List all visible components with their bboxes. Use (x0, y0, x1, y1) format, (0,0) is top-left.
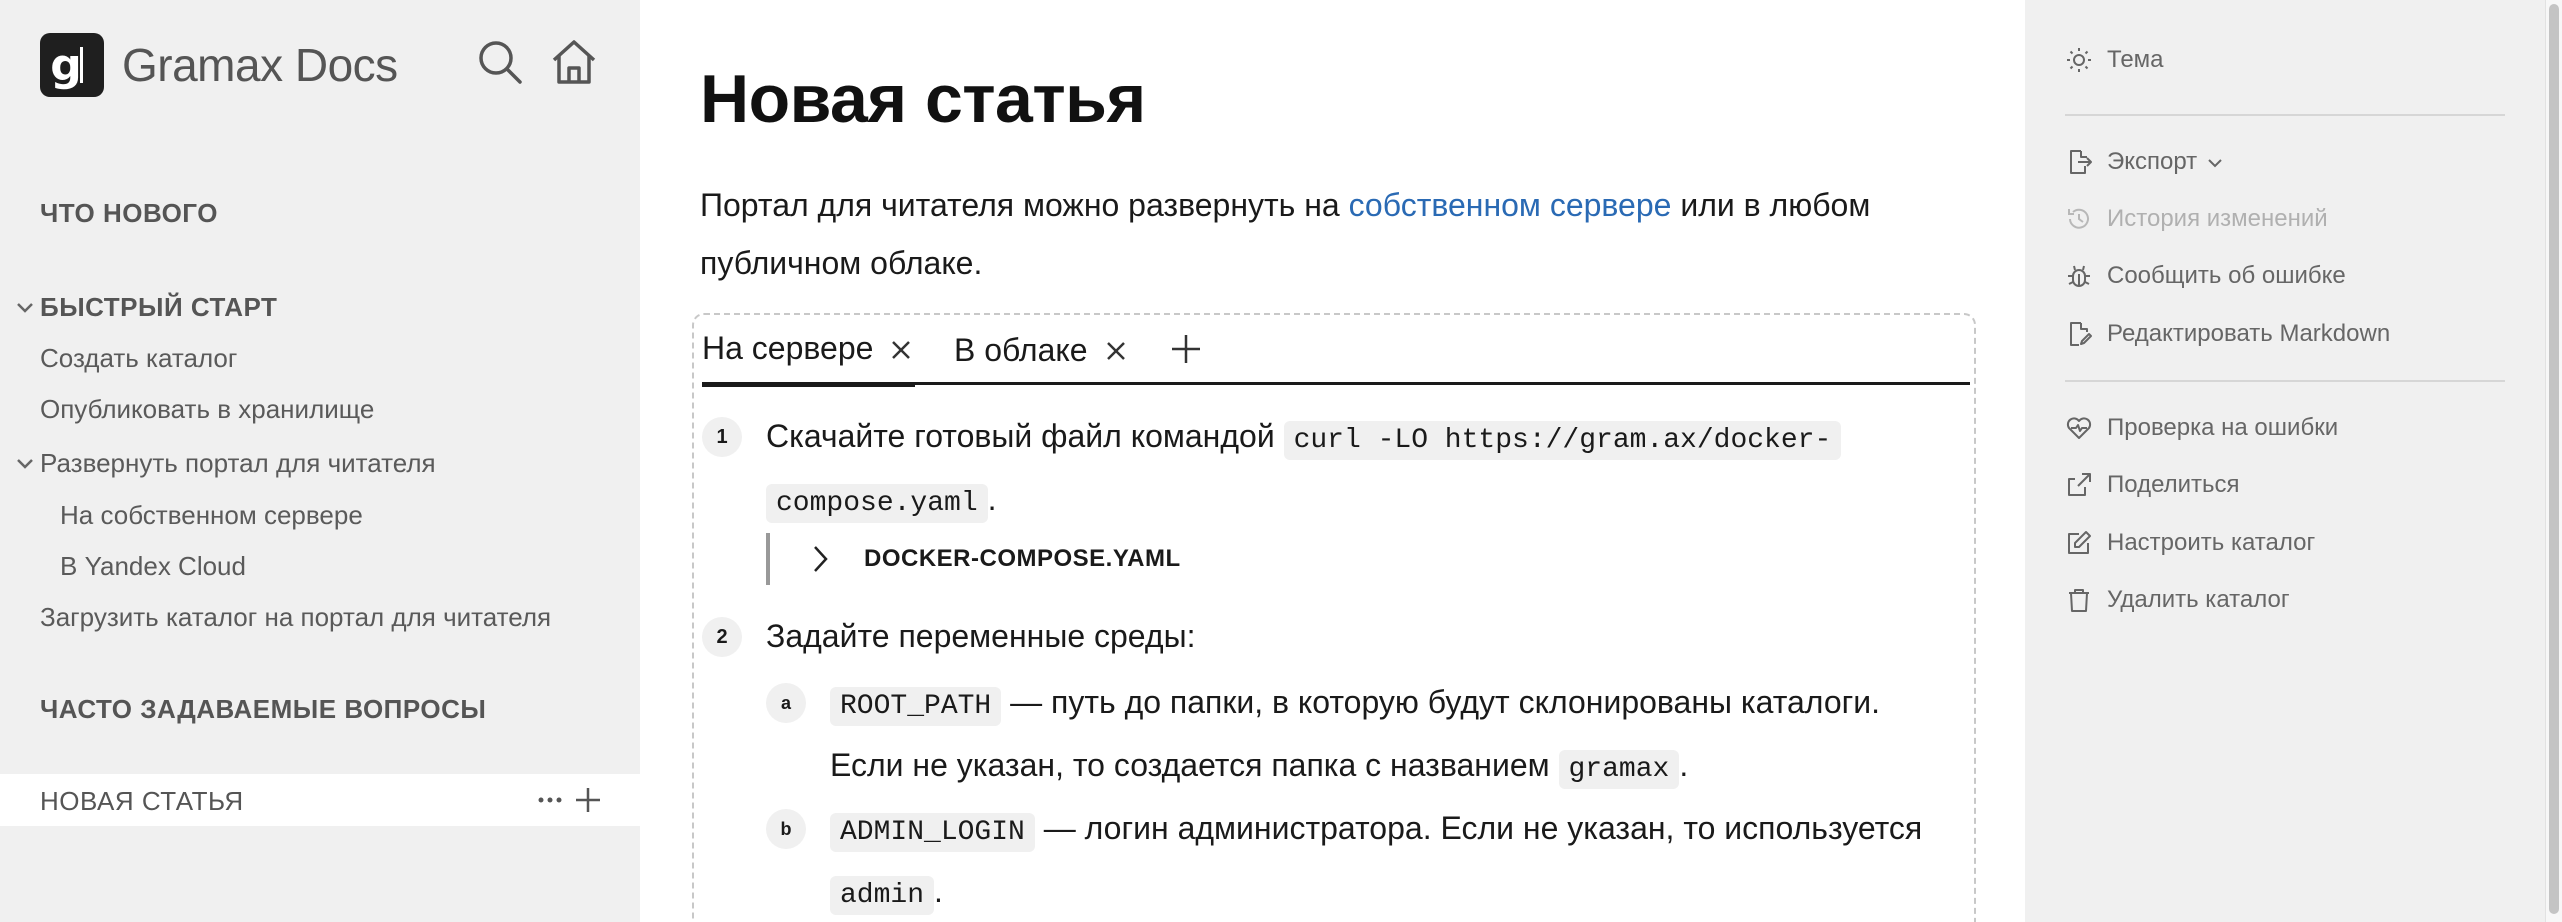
chevron-right-icon[interactable] (804, 543, 836, 575)
nav-quick-start[interactable]: БЫСТРЫЙ СТАРТ (40, 292, 277, 323)
step-text: Скачайте готовый файл командой (766, 418, 1284, 454)
search-icon[interactable] (474, 36, 526, 88)
share-label: Поделиться (2107, 471, 2240, 498)
tab-label: В облаке (954, 331, 1088, 368)
configure-label: Настроить каталог (2107, 529, 2316, 556)
tabs-bar: На сервере В облаке (702, 315, 1970, 387)
sidebar-item-own-server[interactable]: На собственном сервере (60, 500, 363, 531)
own-server-link[interactable]: собственном сервере (1349, 187, 1672, 223)
logo-cursor (80, 47, 83, 83)
right-sidebar: Тема Экспорт История изменений Сообщить … (2025, 0, 2545, 922)
configure-catalog-button[interactable]: Настроить каталог (2065, 529, 2315, 557)
edit-markdown-label: Редактировать Markdown (2107, 320, 2391, 347)
step-number: 1 (702, 417, 742, 457)
substep-text: — путь до папки, в которую будут склонир… (1001, 684, 1881, 720)
sidebar-item-new-article[interactable]: НОВАЯ СТАТЬЯ (0, 774, 640, 826)
delete-label: Удалить каталог (2107, 586, 2290, 613)
punctuation: . (987, 481, 997, 517)
inline-code: gramax (1558, 750, 1680, 789)
substep-letter: a (766, 683, 806, 723)
theme-label: Тема (2107, 46, 2164, 73)
inline-code: ADMIN_LOGIN (830, 813, 1035, 852)
tabs-container: На сервере В облаке 1 Скачайте готовый ф… (692, 313, 1976, 922)
left-sidebar: g Gramax Docs ЧТО НОВОГО БЫСТРЫЙ СТАРТ С… (0, 0, 640, 922)
scrollbar-thumb[interactable] (2549, 4, 2559, 914)
app-title: Gramax Docs (122, 39, 398, 91)
close-icon[interactable] (1102, 336, 1130, 364)
trash-icon (2065, 586, 2093, 614)
intro-paragraph[interactable]: Портал для читателя можно развернуть на … (700, 176, 1960, 292)
close-icon[interactable] (887, 335, 915, 363)
divider (2065, 114, 2505, 116)
sidebar-item-deploy-portal[interactable]: Развернуть портал для читателя (40, 448, 436, 479)
check-label: Проверка на ошибки (2107, 414, 2339, 441)
nav-whats-new[interactable]: ЧТО НОВОГО (40, 198, 218, 229)
sidebar-item-yandex-cloud[interactable]: В Yandex Cloud (60, 551, 246, 582)
collapse-bar (766, 533, 770, 585)
substep-letter: b (766, 809, 806, 849)
step-number: 2 (702, 617, 742, 657)
step-2-text[interactable]: Задайте переменные среды: (766, 607, 1195, 665)
nav-faq[interactable]: ЧАСТО ЗАДАВАЕМЫЕ ВОПРОСЫ (40, 694, 486, 725)
chevron-down-icon[interactable] (14, 296, 36, 318)
edit-file-icon (2065, 320, 2093, 348)
inline-code: admin (830, 876, 935, 915)
logo-icon: g (40, 33, 104, 97)
sidebar-item-upload-catalog[interactable]: Загрузить каталог на портал для читателя (40, 602, 551, 633)
report-label: Сообщить об ошибке (2107, 262, 2346, 289)
plus-icon[interactable] (572, 784, 604, 816)
theme-button[interactable]: Тема (2065, 46, 2164, 74)
collapse-title[interactable]: DOCKER-COMPOSE.YAML (864, 545, 1181, 573)
app-logo[interactable]: g Gramax Docs (40, 32, 398, 98)
tab-in-cloud[interactable]: В облаке (954, 315, 1130, 385)
bug-icon (2065, 262, 2093, 290)
inline-code: ROOT_PATH (830, 687, 1002, 726)
delete-catalog-button[interactable]: Удалить каталог (2065, 586, 2290, 614)
heart-pulse-icon (2065, 414, 2093, 442)
edit-markdown-button[interactable]: Редактировать Markdown (2065, 320, 2390, 348)
divider (2065, 380, 2505, 382)
inline-code: curl -LO https://gram.ax/docker- (1283, 421, 1842, 460)
sun-icon (2065, 46, 2093, 74)
substep-text: — логин администратора. Если не указан, … (1034, 810, 1923, 846)
article-content: Новая статья Портал для читателя можно р… (640, 0, 2025, 922)
scrollbar[interactable] (2545, 0, 2562, 922)
intro-text: Портал для читателя можно развернуть на (700, 187, 1349, 223)
page-title[interactable]: Новая статья (700, 60, 1146, 138)
inline-code: compose.yaml (766, 484, 988, 523)
history-label: История изменений (2107, 205, 2328, 232)
history-button[interactable]: История изменений (2065, 205, 2328, 233)
export-icon (2065, 148, 2093, 176)
substep-a-text[interactable]: ROOT_PATH — путь до папки, в которую буд… (830, 673, 1970, 799)
sidebar-item-create-catalog[interactable]: Создать каталог (40, 343, 237, 374)
substep-b-text[interactable]: ADMIN_LOGIN — логин администратора. Если… (830, 799, 1970, 922)
report-bug-button[interactable]: Сообщить об ошибке (2065, 262, 2346, 290)
add-tab-icon[interactable] (1168, 331, 1204, 367)
check-errors-button[interactable]: Проверка на ошибки (2065, 414, 2338, 442)
export-label: Экспорт (2107, 148, 2198, 175)
sidebar-item-label: НОВАЯ СТАТЬЯ (40, 786, 244, 816)
share-button[interactable]: Поделиться (2065, 471, 2240, 499)
sidebar-item-publish[interactable]: Опубликовать в хранилище (40, 394, 374, 425)
tab-label: На сервере (702, 330, 874, 366)
step-1-text[interactable]: Скачайте готовый файл командой curl -LO … (766, 407, 1966, 533)
pencil-square-icon (2065, 529, 2093, 557)
history-icon (2065, 205, 2093, 233)
chevron-down-icon[interactable] (14, 452, 36, 474)
export-button[interactable]: Экспорт (2065, 148, 2239, 176)
more-icon[interactable] (534, 784, 566, 816)
punctuation: . (934, 873, 943, 909)
tab-on-server[interactable]: На сервере (702, 315, 916, 387)
chevron-down-icon (2205, 152, 2225, 172)
logo-letter: g (50, 39, 82, 91)
home-icon[interactable] (548, 36, 600, 88)
substep-text: Если не указан, то создается папка с наз… (830, 747, 1559, 783)
punctuation: . (1679, 747, 1689, 783)
share-icon (2065, 471, 2093, 499)
